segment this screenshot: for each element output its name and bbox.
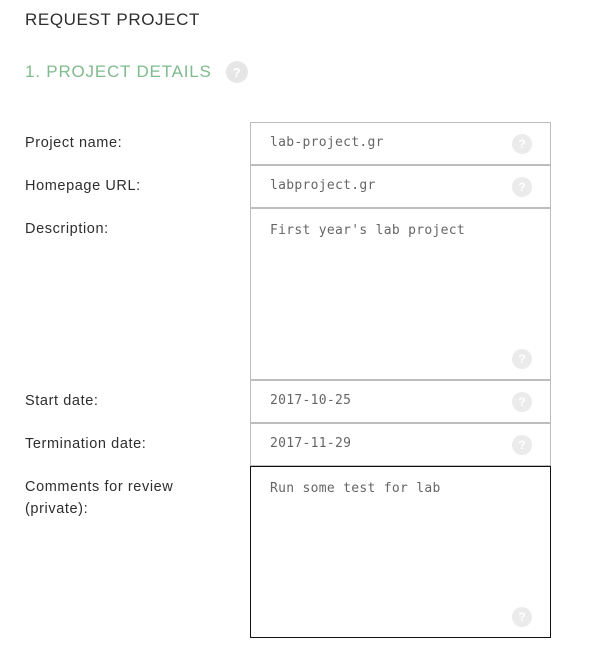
comments-help-icon[interactable]: ? xyxy=(512,607,532,627)
section-title: 1. PROJECT DETAILS xyxy=(25,62,212,81)
homepage-url-input[interactable]: labproject.gr ? xyxy=(250,165,551,208)
description-value: First year's lab project xyxy=(270,223,466,238)
description-label: Description: xyxy=(25,221,109,237)
project-name-help-icon[interactable]: ? xyxy=(512,134,532,154)
start-date-input[interactable]: 2017-10-25 ? xyxy=(250,380,551,423)
description-textarea[interactable]: First year's lab project ? xyxy=(250,208,551,380)
homepage-url-label: Homepage URL: xyxy=(25,178,141,194)
comments-label-line1: Comments for review xyxy=(25,479,174,495)
start-date-value: 2017-10-25 xyxy=(270,393,352,408)
project-name-value: lab-project.gr xyxy=(270,135,384,150)
comments-label: Comments for review (private): xyxy=(25,476,235,520)
section-header: 1. PROJECT DETAILS ? xyxy=(25,60,248,84)
comments-value: Run some test for lab xyxy=(270,481,441,496)
project-name-input[interactable]: lab-project.gr ? xyxy=(250,122,551,165)
comments-textarea[interactable]: Run some test for lab ? xyxy=(250,466,551,638)
start-date-help-icon[interactable]: ? xyxy=(512,392,532,412)
termination-date-label: Termination date: xyxy=(25,436,147,452)
section-help-icon[interactable]: ? xyxy=(225,61,248,83)
termination-date-input[interactable]: 2017-11-29 ? xyxy=(250,423,551,466)
homepage-url-value: labproject.gr xyxy=(270,178,376,193)
project-name-label: Project name: xyxy=(25,135,123,151)
homepage-url-help-icon[interactable]: ? xyxy=(512,177,532,197)
termination-date-help-icon[interactable]: ? xyxy=(512,435,532,455)
start-date-label: Start date: xyxy=(25,393,99,409)
termination-date-value: 2017-11-29 xyxy=(270,436,352,451)
description-help-icon[interactable]: ? xyxy=(512,349,532,369)
page-title: REQUEST PROJECT xyxy=(25,10,200,29)
comments-label-line2: (private): xyxy=(25,501,89,517)
